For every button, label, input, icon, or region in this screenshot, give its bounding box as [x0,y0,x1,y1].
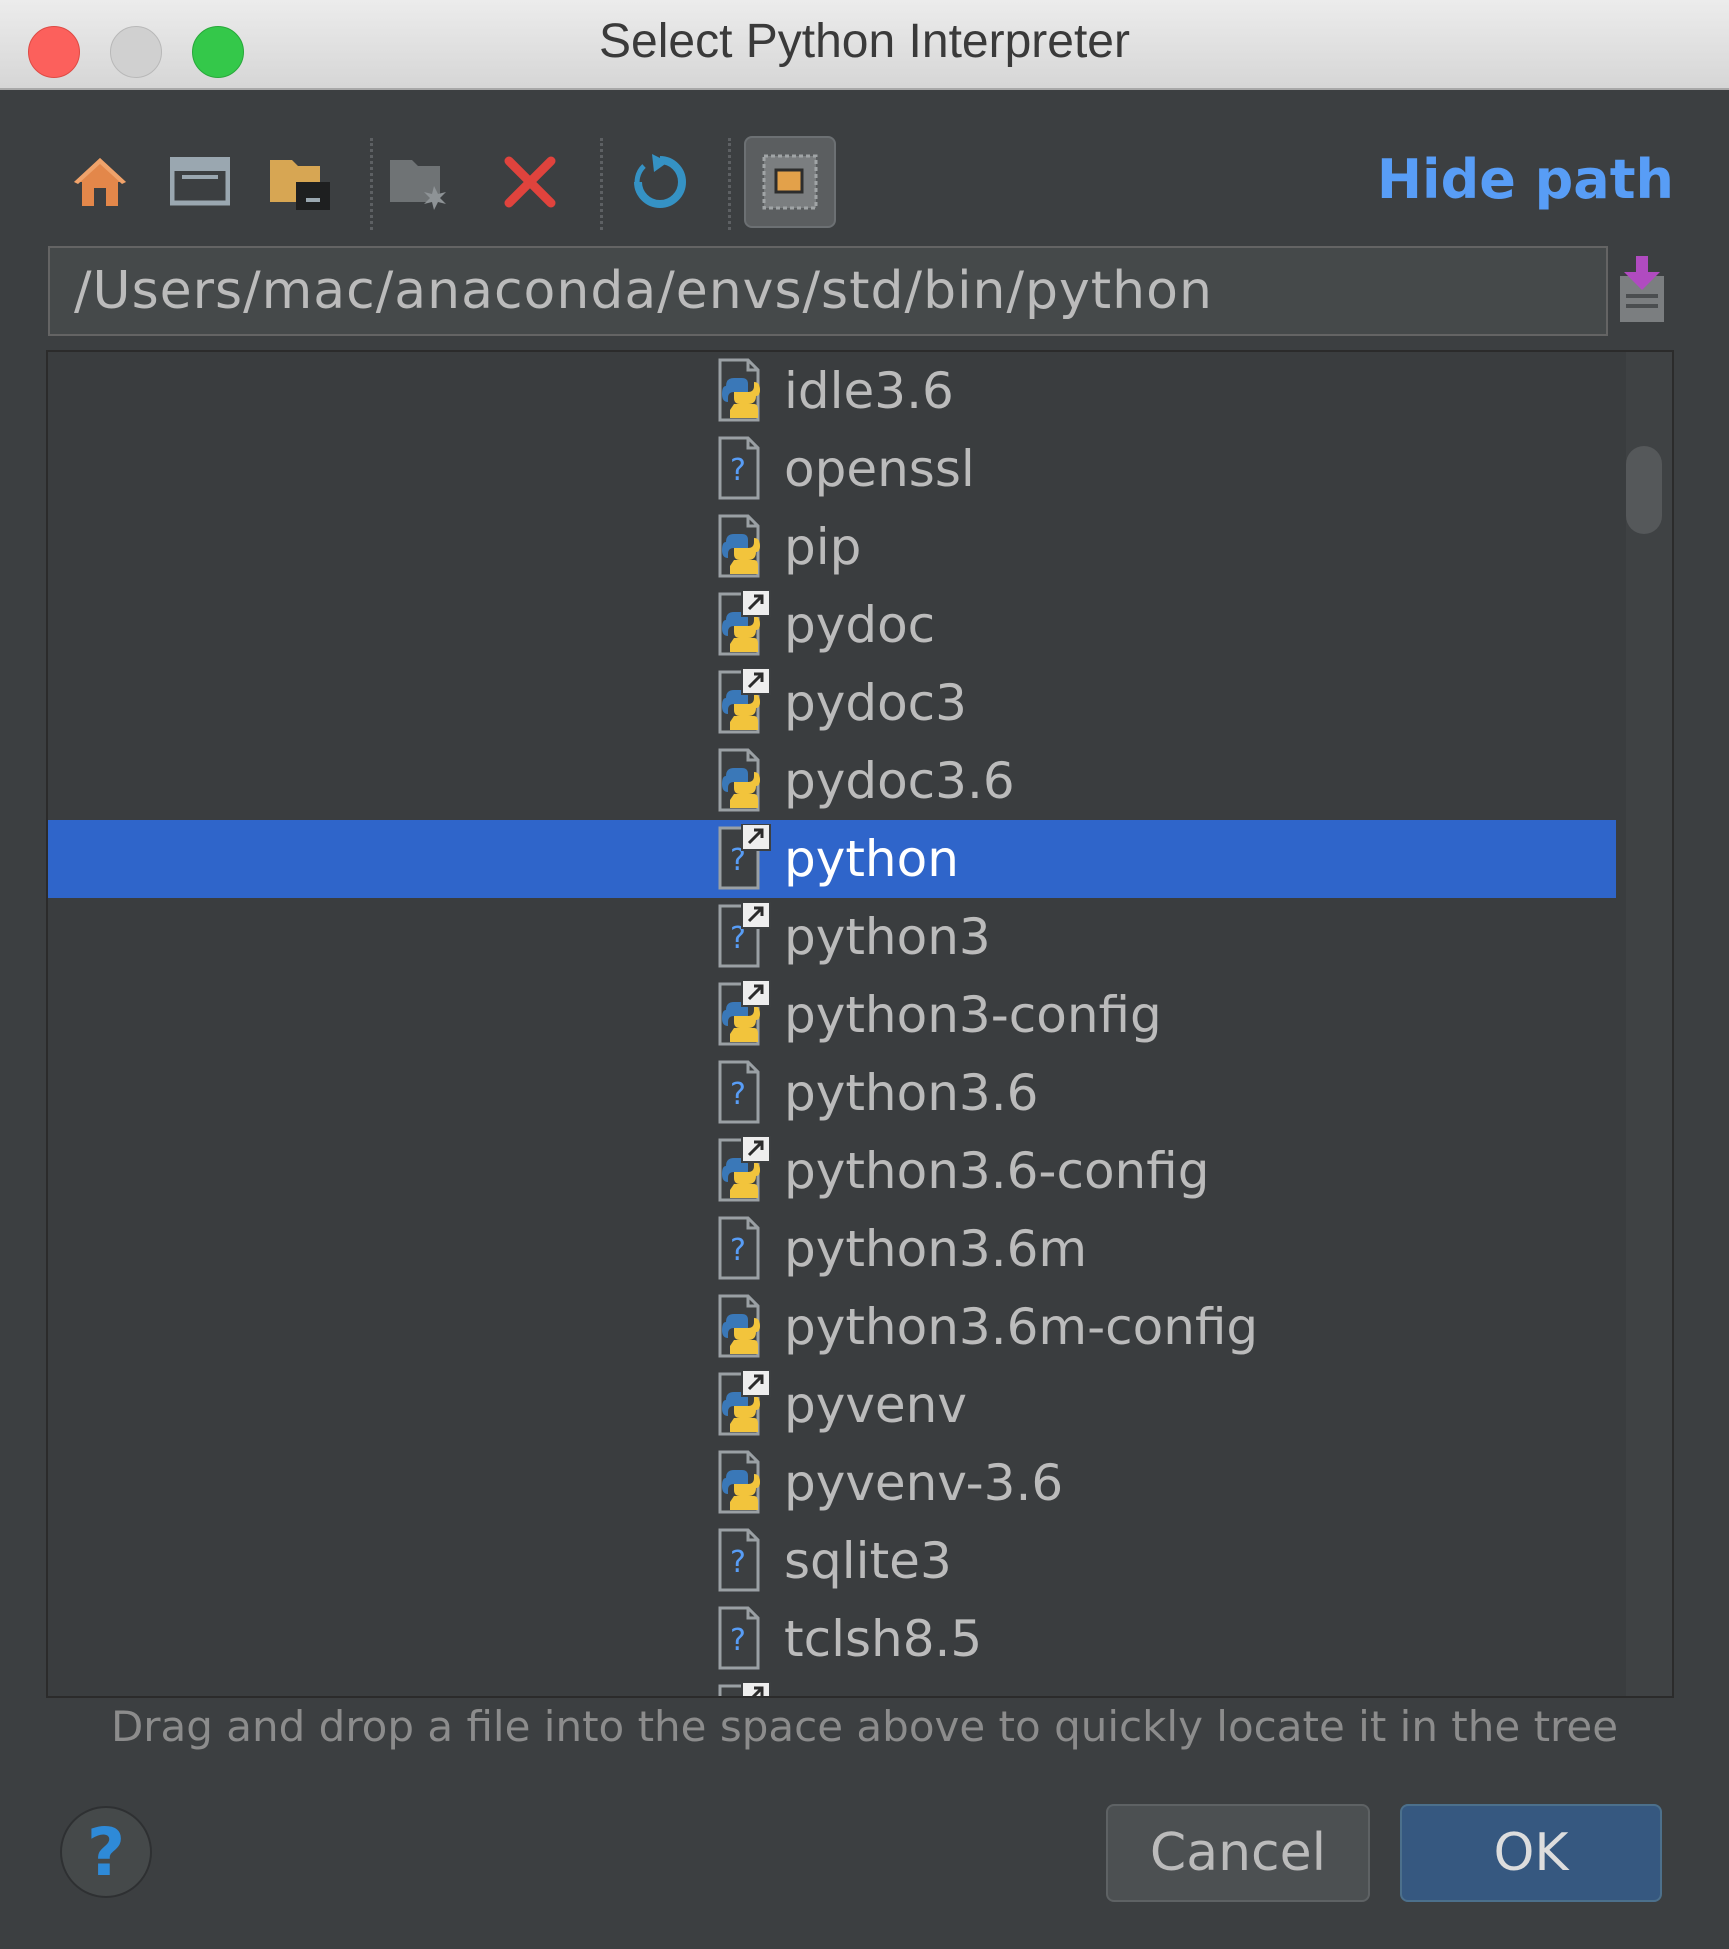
home-button[interactable] [60,142,140,222]
file-name: pydoc3.6 [784,752,1015,810]
unknown-file-icon: ? [716,434,772,502]
toolbar-separator [600,138,603,230]
tree-scrollbar-track[interactable] [1626,352,1672,1696]
file-name: python3-config [784,986,1162,1044]
title-bar: Select Python Interpreter [0,0,1729,90]
new-folder-icon [390,160,446,210]
file-name: tclsh8.5 [784,1610,983,1668]
file-row[interactable]: ? tclsh8.5 [48,1600,1616,1678]
file-row[interactable]: python3.6m-config [48,1288,1616,1366]
path-history-button[interactable] [1614,254,1670,326]
file-name: python3 [784,908,991,966]
file-name: idle3.6 [784,362,954,420]
help-button[interactable]: ? [60,1806,152,1898]
file-row[interactable]: ? openssl [48,430,1616,508]
file-name: pydoc3 [784,674,967,732]
file-name: openssl [784,440,975,498]
unknown-file-icon: ? [716,1604,772,1672]
unknown-file-icon: ? [716,1214,772,1282]
path-field[interactable]: /Users/mac/anaconda/envs/std/bin/python [48,246,1608,336]
file-name: pip [784,518,862,576]
download-icon [1620,256,1664,322]
file-row[interactable]: ? python3 [48,898,1616,976]
file-row[interactable]: ? python3.6 [48,1054,1616,1132]
svg-text:?: ? [730,1077,746,1112]
home-icon [74,158,126,206]
tree-scrollbar-thumb[interactable] [1626,446,1662,534]
file-name: pyvenv-3.6 [784,1454,1064,1512]
toolbar [60,130,860,230]
symlink-python-file-icon [716,979,772,1048]
delete-button[interactable] [490,142,570,222]
file-row[interactable]: pip [48,508,1616,586]
file-row[interactable]: pyvenv-3.6 [48,1444,1616,1522]
python-file-icon [716,1292,772,1360]
file-tree[interactable]: ?? tclsh8.5? sqlite3 pyvenv-3.6 pyvenv python… [46,350,1674,1698]
file-row[interactable]: pydoc [48,586,1616,664]
ok-button[interactable]: OK [1400,1804,1662,1902]
file-row[interactable]: ? [48,1678,1616,1696]
symlink-python-file-icon [716,1369,772,1438]
svg-text:?: ? [730,1545,746,1580]
file-row[interactable]: pydoc3.6 [48,742,1616,820]
file-row[interactable]: python3.6-config [48,1132,1616,1210]
show-hidden-icon [762,154,818,210]
python-file-icon [716,746,772,814]
new-folder-button[interactable] [380,142,460,222]
desktop-icon [170,157,230,206]
file-name: python3.6m [784,1220,1088,1278]
unknown-file-icon: ? [716,1058,772,1126]
python-file-icon [716,1448,772,1516]
unknown-file-icon: ? [716,1526,772,1594]
svg-text:?: ? [730,1233,746,1268]
file-name: python3.6-config [784,1142,1210,1200]
toolbar-separator [370,138,373,230]
svg-text:?: ? [730,453,746,488]
file-row[interactable]: ? python [48,820,1616,898]
symlink-unknown-file-icon: ? [716,1681,772,1696]
file-name: sqlite3 [784,1532,952,1590]
symlink-unknown-file-icon: ? [716,901,772,970]
file-name: pydoc [784,596,936,654]
python-file-icon [716,512,772,580]
delete-icon [504,156,556,208]
file-name: python3.6m-config [784,1298,1259,1356]
file-name: python [784,830,959,888]
file-row[interactable]: python3-config [48,976,1616,1054]
cancel-button[interactable]: Cancel [1106,1804,1370,1902]
desktop-button[interactable] [160,142,240,222]
hide-path-link[interactable]: Hide path [1377,148,1674,211]
symlink-python-file-icon [716,667,772,736]
symlink-python-file-icon [716,589,772,658]
window-title: Select Python Interpreter [599,15,1130,68]
file-name: pyvenv [784,1376,967,1434]
file-row[interactable]: ? python3.6m [48,1210,1616,1288]
show-hidden-files-toggle[interactable] [744,136,836,228]
file-row[interactable]: idle3.6 [48,352,1616,430]
project-folder-button[interactable] [260,142,340,222]
drag-drop-hint: Drag and drop a file into the space abov… [110,1702,1619,1751]
refresh-button[interactable] [620,142,700,222]
project-folder-icon [270,160,330,210]
refresh-icon [634,154,686,208]
file-row[interactable]: ? sqlite3 [48,1522,1616,1600]
file-name: python3.6 [784,1064,1039,1122]
symlink-unknown-file-icon: ? [716,823,772,892]
file-row[interactable]: pydoc3 [48,664,1616,742]
svg-text:?: ? [730,1623,746,1658]
toolbar-separator [728,138,731,230]
python-file-icon [716,356,772,424]
file-row[interactable]: pyvenv [48,1366,1616,1444]
symlink-python-file-icon [716,1135,772,1204]
